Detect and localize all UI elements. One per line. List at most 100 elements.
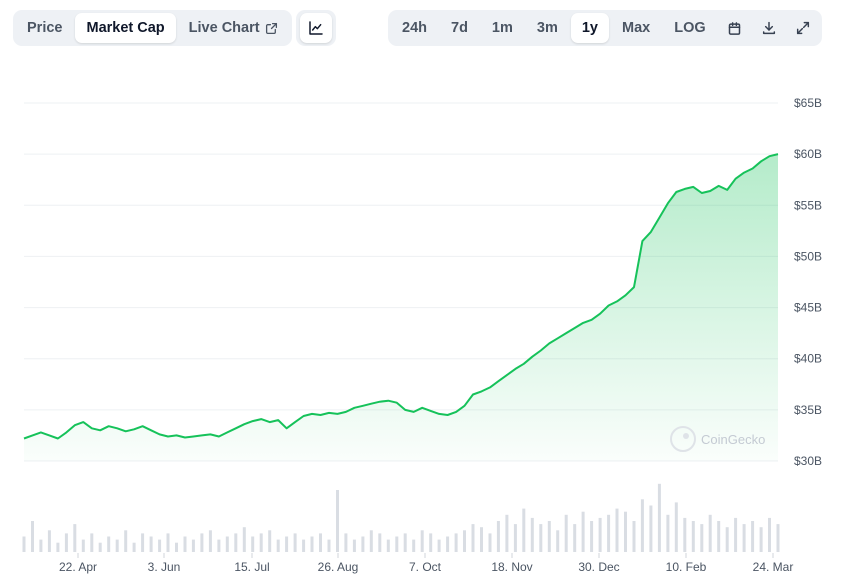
volume-bar: [480, 527, 483, 552]
volume-bar: [751, 521, 755, 552]
volume-bar: [31, 521, 34, 552]
volume-bar: [369, 530, 373, 552]
y-tick-label: $40B: [794, 352, 822, 366]
y-tick-label: $65B: [794, 96, 822, 110]
volume-bar: [149, 536, 153, 552]
volume-bar: [302, 539, 306, 552]
volume-bar: [327, 539, 331, 552]
volume-bar: [742, 524, 746, 552]
volume-bar: [573, 524, 577, 552]
volume-bar: [225, 536, 229, 552]
volume-bar: [378, 533, 382, 552]
volume-bar: [268, 530, 272, 552]
x-tick-label: 22. Apr: [59, 560, 97, 574]
y-tick-label: $55B: [794, 198, 822, 212]
volume-bar: [547, 521, 551, 552]
volume-bar: [276, 539, 280, 552]
x-tick-label: 7. Oct: [409, 560, 442, 574]
volume-bar: [251, 536, 255, 552]
x-axis-ticks: 22. Apr 3. Jun 15. Jul 26. Aug 7. Oct 18. Nov…: [59, 553, 793, 574]
y-tick-label: $35B: [794, 403, 822, 417]
watermark-text: CoinGecko: [701, 432, 765, 447]
market-cap-chart[interactable]: $65B $60B $55B $50B $45B $40B $35B $30B 22. Apr…: [0, 0, 842, 580]
x-tick-label: 18. Nov: [491, 560, 532, 574]
volume-bar: [496, 521, 500, 552]
volume-bar: [590, 521, 594, 552]
volume-bar: [454, 533, 458, 552]
volume-bar: [166, 533, 170, 552]
volume-bar: [607, 514, 611, 552]
volume-bar: [776, 524, 780, 552]
volume-bar: [208, 530, 212, 552]
x-tick-label: 30. Dec: [578, 560, 619, 574]
volume-bar: [759, 527, 763, 552]
volume-bar: [412, 539, 416, 552]
volume-bar: [183, 536, 187, 552]
volume-bar: [539, 524, 543, 552]
volume-bar: [615, 508, 619, 552]
volume-bar: [556, 530, 560, 552]
volume-bar: [420, 530, 424, 552]
volume-bar: [708, 514, 712, 552]
volume-bar: [429, 533, 433, 552]
x-tick-label: 26. Aug: [318, 560, 359, 574]
volume-bar: [200, 533, 204, 552]
volume-bar: [293, 533, 297, 552]
coingecko-logo-eye: [683, 433, 689, 439]
x-tick-label: 24. Mar: [753, 560, 794, 574]
volume-bar: [717, 521, 721, 552]
volume-bar: [437, 539, 441, 552]
volume-bar: [768, 517, 771, 552]
volume-bar: [522, 508, 526, 552]
volume-bar: [657, 483, 661, 552]
volume-bar: [513, 524, 517, 552]
volume-bar: [488, 533, 492, 552]
volume-bar: [234, 533, 238, 552]
volume-bar: [47, 530, 51, 552]
volume-bar: [64, 533, 68, 552]
x-tick-label: 15. Jul: [234, 560, 269, 574]
volume-bar: [115, 539, 119, 552]
volume-bar: [361, 536, 365, 552]
volume-bar: [319, 533, 322, 552]
volume-bar: [285, 536, 289, 552]
y-tick-label: $60B: [794, 147, 822, 161]
volume-bar: [598, 517, 602, 552]
volume-bar: [505, 514, 509, 552]
volume-bar: [666, 514, 670, 552]
volume-bar: [581, 511, 585, 552]
volume-bar: [98, 542, 102, 552]
volume-bar: [446, 536, 450, 552]
volume-bar: [141, 533, 145, 552]
volume-bar: [564, 514, 568, 552]
volume-bar: [683, 517, 687, 552]
volume-bar: [386, 539, 390, 552]
volume-bar: [352, 539, 356, 552]
volume-bars: [22, 483, 780, 552]
volume-bar: [90, 533, 94, 552]
volume-bar: [463, 530, 466, 552]
volume-bar: [132, 542, 136, 552]
volume-bar: [344, 533, 348, 552]
volume-bar: [624, 511, 627, 552]
volume-bar: [471, 524, 475, 552]
volume-bar: [310, 536, 314, 552]
volume-bar: [259, 533, 263, 552]
volume-bar: [734, 517, 738, 552]
volume-bar: [217, 539, 221, 552]
volume-bar: [395, 536, 399, 552]
y-tick-label: $30B: [794, 454, 822, 468]
volume-bar: [81, 539, 85, 552]
volume-bar: [336, 490, 339, 552]
y-axis-ticks: $65B $60B $55B $50B $45B $40B $35B $30B: [794, 96, 822, 468]
x-tick-label: 3. Jun: [148, 560, 181, 574]
volume-bar: [700, 524, 704, 552]
volume-bar: [107, 536, 111, 552]
volume-bar: [725, 527, 729, 552]
volume-bar: [22, 536, 26, 552]
volume-bar: [674, 502, 678, 552]
volume-bar: [649, 505, 653, 552]
volume-bar: [640, 499, 644, 552]
volume-bar: [242, 527, 246, 552]
volume-bar: [191, 539, 195, 552]
